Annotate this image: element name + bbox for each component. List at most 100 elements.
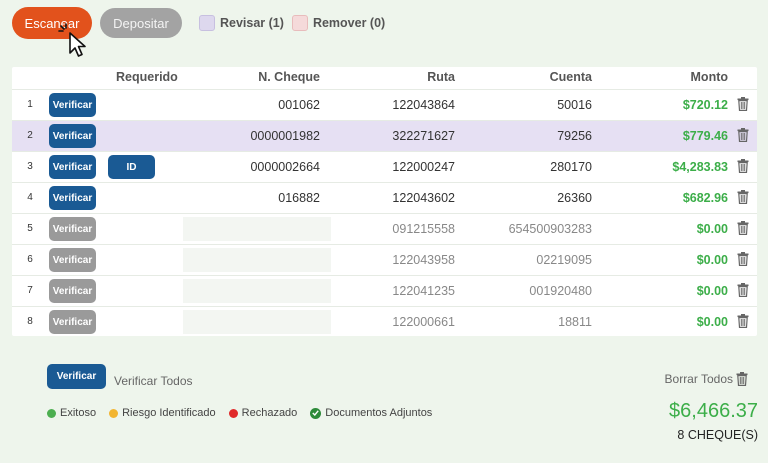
check-number-placeholder: [183, 279, 331, 303]
row-verify-button[interactable]: Verificar: [49, 217, 96, 241]
row-check-number: 001062: [278, 98, 320, 112]
row-verify-button[interactable]: Verificar: [49, 124, 96, 148]
row-id-button[interactable]: ID: [108, 155, 155, 179]
table-row[interactable]: 2 Verificar 0000001982 322271627 79256 $779.4…: [12, 120, 757, 151]
trash-icon[interactable]: [737, 314, 749, 329]
check-number-placeholder: [183, 217, 331, 241]
total-amount: $6,466.37: [669, 400, 758, 422]
row-check-number: 016882: [278, 191, 320, 205]
trash-icon[interactable]: [737, 97, 749, 112]
legend-attached-label: Documentos Adjuntos: [325, 407, 433, 419]
row-account: 79256: [557, 129, 592, 143]
header-check-number: N. Cheque: [258, 70, 320, 84]
status-legend: Exitoso Riesgo Identificado Rechazado Do…: [47, 407, 445, 419]
review-color-swatch: [199, 15, 215, 31]
row-account: 280170: [550, 160, 592, 174]
row-verify-button[interactable]: Verificar: [49, 155, 96, 179]
trash-icon[interactable]: [737, 252, 749, 267]
row-index: 1: [27, 99, 33, 110]
row-index: 6: [27, 254, 33, 265]
legend-risk-label: Riesgo Identificado: [122, 407, 216, 419]
row-verify-button[interactable]: Verificar: [49, 186, 96, 210]
table-row[interactable]: 7 Verificar 122041235 001920480 $0.00: [12, 275, 757, 306]
review-filter[interactable]: Revisar (1): [199, 15, 284, 31]
row-check-number: 0000002664: [250, 160, 320, 174]
row-amount: $0.00: [696, 315, 728, 329]
verify-button[interactable]: Verificar: [47, 364, 106, 389]
header-amount: Monto: [690, 70, 728, 84]
legend-risk: Riesgo Identificado: [109, 407, 216, 419]
success-dot-icon: [47, 408, 56, 418]
row-route: 091215558: [392, 222, 455, 236]
row-verify-button[interactable]: Verificar: [49, 93, 96, 117]
table-row[interactable]: 1 Verificar 001062 122043864 50016 $720.12: [12, 89, 757, 120]
check-count: 8 CHEQUE(S): [677, 428, 758, 442]
row-route: 122000661: [392, 315, 455, 329]
trash-icon[interactable]: [737, 128, 749, 143]
legend-rejected: Rechazado: [228, 407, 298, 419]
row-amount: $0.00: [696, 284, 728, 298]
row-check-number: 0000001982: [250, 129, 320, 143]
clear-all-button[interactable]: Borrar Todos: [665, 372, 748, 386]
trash-icon[interactable]: [737, 221, 749, 236]
row-index: 4: [27, 192, 33, 203]
row-index: 5: [27, 223, 33, 234]
table-row[interactable]: 3 Verificar ID 0000002664 122000247 280170 $4,…: [12, 151, 757, 182]
row-account: 654500903283: [508, 222, 592, 236]
deposit-button[interactable]: Depositar: [100, 8, 182, 38]
row-account: 02219095: [536, 253, 592, 267]
row-verify-button[interactable]: Verificar: [49, 310, 96, 334]
check-circle-icon: [310, 407, 322, 419]
trash-icon[interactable]: [737, 159, 749, 174]
rejected-dot-icon: [228, 408, 238, 418]
row-route: 122043958: [392, 253, 455, 267]
row-index: 8: [27, 316, 33, 327]
row-amount: $779.46: [682, 129, 728, 143]
clear-all-label: Borrar Todos: [664, 372, 733, 386]
row-route: 122043602: [392, 191, 455, 205]
risk-dot-icon: [109, 408, 119, 418]
table-row[interactable]: 8 Verificar 122000661 18811 $0.00: [12, 306, 757, 337]
remove-label: Remover (0): [312, 16, 386, 30]
trash-icon[interactable]: [737, 190, 749, 205]
remove-color-swatch: [291, 15, 308, 31]
row-account: 26360: [557, 191, 592, 205]
row-route: 322271627: [392, 129, 455, 143]
row-account: 18811: [558, 315, 592, 329]
row-route: 122041235: [392, 284, 455, 298]
row-amount: $0.00: [696, 253, 728, 267]
row-route: 122043864: [392, 98, 455, 112]
row-index: 3: [27, 161, 33, 172]
row-verify-button[interactable]: Verificar: [49, 279, 96, 303]
row-amount: $4,283.83: [672, 160, 728, 174]
row-amount: $0.00: [696, 222, 728, 236]
row-amount: $682.96: [682, 191, 728, 205]
table-row[interactable]: 4 Verificar 016882 122043602 26360 $682.96: [12, 182, 757, 213]
legend-attached: Documentos Adjuntos: [310, 407, 432, 419]
table-row[interactable]: 5 Verificar 091215558 654500903283 $0.00: [12, 213, 757, 244]
table-row[interactable]: 6 Verificar 122043958 02219095 $0.00: [12, 244, 757, 275]
header-route: Ruta: [427, 70, 455, 84]
trash-icon: [736, 372, 748, 386]
check-number-placeholder: [183, 310, 331, 334]
check-number-placeholder: [183, 248, 331, 272]
row-index: 2: [27, 130, 33, 141]
row-account: 50016: [557, 98, 592, 112]
header-account: Cuenta: [549, 70, 592, 84]
legend-success-label: Exitoso: [60, 407, 97, 419]
remove-filter[interactable]: Remover (0): [291, 15, 386, 31]
row-verify-button[interactable]: Verificar: [49, 248, 96, 272]
legend-rejected-label: Rechazado: [241, 407, 298, 419]
row-amount: $720.12: [682, 98, 728, 112]
verify-all-link[interactable]: Verificar Todos: [114, 374, 193, 388]
review-label: Revisar (1): [220, 16, 284, 30]
row-account: 001920480: [529, 284, 592, 298]
trash-icon[interactable]: [737, 283, 749, 298]
checks-table: Requerido N. Cheque Ruta Cuenta Monto 1 V…: [12, 67, 757, 336]
header-required: Requerido: [116, 70, 178, 84]
row-route: 122000247: [392, 160, 455, 174]
cursor-pointer-icon: [58, 23, 86, 57]
table-header: Requerido N. Cheque Ruta Cuenta Monto: [12, 67, 757, 89]
legend-success: Exitoso: [47, 407, 96, 419]
row-index: 7: [27, 285, 33, 296]
